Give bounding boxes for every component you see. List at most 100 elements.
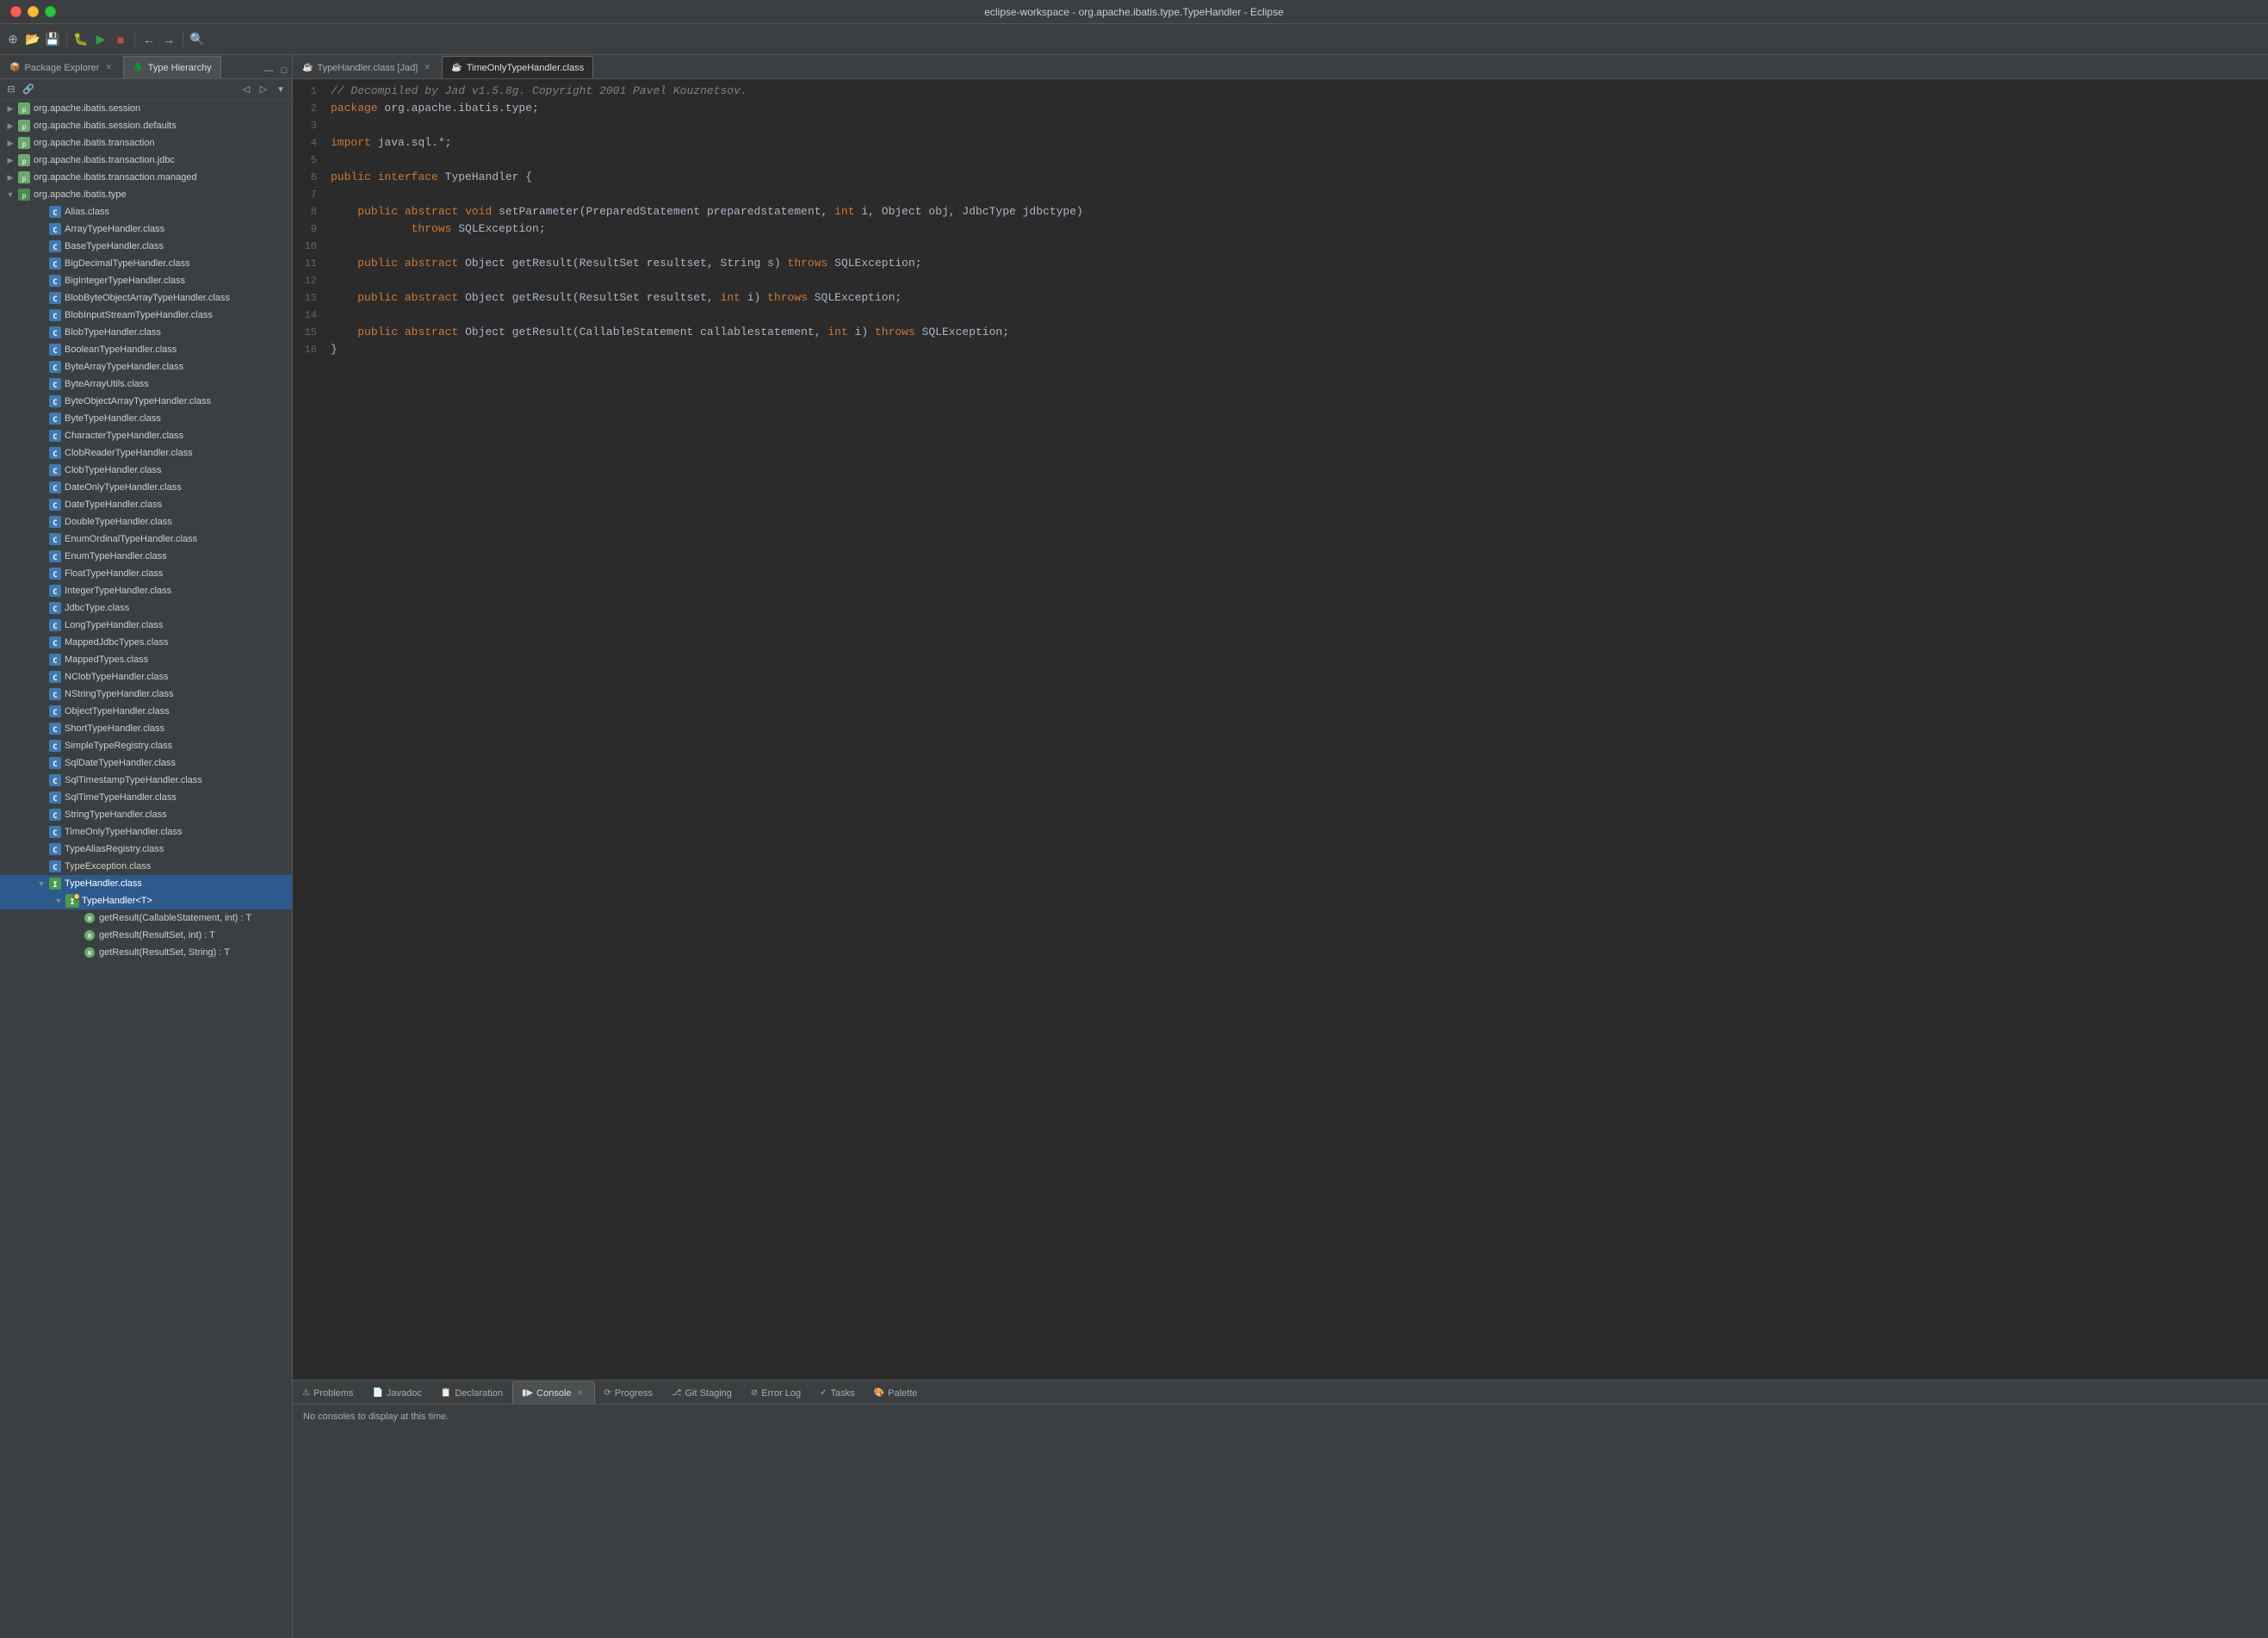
tree-item-method-1[interactable]: ▶ m getResult(CallableStatement, int) : … bbox=[0, 909, 292, 927]
tab-tasks[interactable]: ✓ Tasks bbox=[810, 1381, 864, 1404]
open-button[interactable]: 📂 bbox=[23, 30, 42, 49]
tree-item-dateonly[interactable]: ▶ C DateOnlyTypeHandler.class bbox=[0, 479, 292, 496]
tree-item-bytetype[interactable]: ▶ C ByteTypeHandler.class bbox=[0, 410, 292, 427]
tree-item-clob[interactable]: ▶ C ClobTypeHandler.class bbox=[0, 462, 292, 479]
tree-item-basetypehandler[interactable]: ▶ C BaseTypeHandler.class bbox=[0, 238, 292, 255]
tree-item-bigint[interactable]: ▶ C BigIntegerTypeHandler.class bbox=[0, 272, 292, 289]
tree-container[interactable]: ▶ p org.apache.ibatis.session ▶ p org.ap… bbox=[0, 100, 292, 1638]
tree-item-double[interactable]: ▶ C DoubleTypeHandler.class bbox=[0, 513, 292, 530]
tab-package-explorer[interactable]: 📦 Package Explorer ✕ bbox=[0, 56, 123, 78]
close-button[interactable] bbox=[10, 6, 22, 17]
panel-minimize-btn[interactable]: — bbox=[261, 63, 276, 78]
tree-item-method-2[interactable]: ▶ m getResult(ResultSet, int) : T bbox=[0, 927, 292, 944]
tab-declaration[interactable]: 📋 Declaration bbox=[431, 1381, 512, 1404]
tree-item-alias[interactable]: ▶ C Alias.class bbox=[0, 203, 292, 220]
tree-item-integer[interactable]: ▶ C IntegerTypeHandler.class bbox=[0, 582, 292, 599]
class-icon: C bbox=[48, 515, 62, 529]
tree-item-timeonlytypehandler[interactable]: ▶ C TimeOnlyTypeHandler.class bbox=[0, 823, 292, 841]
expand-arrow[interactable]: ▶ bbox=[3, 102, 17, 115]
tree-item-type-pkg[interactable]: ▼ p org.apache.ibatis.type bbox=[0, 186, 292, 203]
run-button[interactable]: ▶ bbox=[91, 30, 110, 49]
editor-tab-timeonlytypehandler[interactable]: ☕ TimeOnlyTypeHandler.class bbox=[442, 56, 593, 78]
tree-item-method-3[interactable]: ▶ m getResult(ResultSet, String) : T bbox=[0, 944, 292, 961]
tree-item-transaction[interactable]: ▶ p org.apache.ibatis.transaction bbox=[0, 134, 292, 152]
stop-button[interactable]: ■ bbox=[111, 30, 130, 49]
tree-item-sqltimestamp[interactable]: ▶ C SqlTimestampTypeHandler.class bbox=[0, 772, 292, 789]
tree-item-blobbyteobj[interactable]: ▶ C BlobByteObjectArrayTypeHandler.class bbox=[0, 289, 292, 307]
tree-item-sqldatehandler[interactable]: ▶ C SqlDateTypeHandler.class bbox=[0, 754, 292, 772]
code-editor[interactable]: 1 // Decompiled by Jad v1.5.8g. Copyrigh… bbox=[293, 79, 2268, 1380]
tree-item-byteobjectarray[interactable]: ▶ C ByteObjectArrayTypeHandler.class bbox=[0, 393, 292, 410]
tree-item-boolean[interactable]: ▶ C BooleanTypeHandler.class bbox=[0, 341, 292, 358]
forward-button[interactable]: → bbox=[159, 30, 178, 49]
tree-item-simpleregistry[interactable]: ▶ C SimpleTypeRegistry.class bbox=[0, 737, 292, 754]
expand-arrow[interactable]: ▶ bbox=[3, 171, 17, 184]
tree-item-transaction-managed[interactable]: ▶ p org.apache.ibatis.transaction.manage… bbox=[0, 169, 292, 186]
debug-button[interactable]: 🐛 bbox=[71, 30, 90, 49]
tree-item-nclob[interactable]: ▶ C NClobTypeHandler.class bbox=[0, 668, 292, 686]
tree-item-nstring[interactable]: ▶ C NStringTypeHandler.class bbox=[0, 686, 292, 703]
expand-arrow[interactable]: ▶ bbox=[3, 119, 17, 133]
prev-btn[interactable]: ◁ bbox=[239, 82, 254, 97]
new-button[interactable]: ⊕ bbox=[3, 30, 22, 49]
tree-item-enum[interactable]: ▶ C EnumTypeHandler.class bbox=[0, 548, 292, 565]
expand-arrow[interactable]: ▶ bbox=[3, 136, 17, 150]
collapse-all-btn[interactable]: ⊟ bbox=[3, 82, 19, 97]
back-button[interactable]: ← bbox=[139, 30, 158, 49]
view-menu-btn[interactable]: ▾ bbox=[273, 82, 288, 97]
tree-item-typealiasregistry[interactable]: ▶ C TypeAliasRegistry.class bbox=[0, 841, 292, 858]
tree-item-typehandler-class[interactable]: ▼ I TypeHandler.class bbox=[0, 875, 292, 892]
tab-error-log[interactable]: ⊘ Error Log bbox=[741, 1381, 810, 1404]
tree-item-clobreader[interactable]: ▶ C ClobReaderTypeHandler.class bbox=[0, 444, 292, 462]
panel-maximize-btn[interactable]: □ bbox=[276, 63, 292, 78]
tree-item-blobtypehandler[interactable]: ▶ C BlobTypeHandler.class bbox=[0, 324, 292, 341]
tree-item-date[interactable]: ▶ C DateTypeHandler.class bbox=[0, 496, 292, 513]
tree-item-session[interactable]: ▶ p org.apache.ibatis.session bbox=[0, 100, 292, 117]
tree-item-enumordinal[interactable]: ▶ C EnumOrdinalTypeHandler.class bbox=[0, 530, 292, 548]
maximize-button[interactable] bbox=[45, 6, 56, 17]
tab-type-hierarchy[interactable]: 🌲 Type Hierarchy bbox=[123, 56, 220, 78]
close-console-tab[interactable]: ✕ bbox=[575, 1388, 586, 1399]
tree-item-transaction-jdbc[interactable]: ▶ p org.apache.ibatis.transaction.jdbc bbox=[0, 152, 292, 169]
code-line-11: 11 public abstract Object getResult(Resu… bbox=[293, 255, 2268, 272]
tree-item-bigdecimal[interactable]: ▶ C BigDecimalTypeHandler.class bbox=[0, 255, 292, 272]
link-editor-btn[interactable]: 🔗 bbox=[21, 82, 36, 97]
tree-item-jdbctype[interactable]: ▶ C JdbcType.class bbox=[0, 599, 292, 617]
tab-progress[interactable]: ⟳ Progress bbox=[595, 1381, 662, 1404]
tree-item-typehandler-generic[interactable]: ▼ I TypeHandler<T> bbox=[0, 892, 292, 909]
expand-arrow-open[interactable]: ▼ bbox=[3, 188, 17, 202]
tree-item-session-defaults[interactable]: ▶ p org.apache.ibatis.session.defaults bbox=[0, 117, 292, 134]
tree-item-character[interactable]: ▶ C CharacterTypeHandler.class bbox=[0, 427, 292, 444]
tree-item-blobinputstream[interactable]: ▶ C BlobInputStreamTypeHandler.class bbox=[0, 307, 292, 324]
search-button[interactable]: 🔍 bbox=[188, 30, 207, 49]
tree-item-long[interactable]: ▶ C LongTypeHandler.class bbox=[0, 617, 292, 634]
tree-item-sqltime[interactable]: ▶ C SqlTimeTypeHandler.class bbox=[0, 789, 292, 806]
editor-tab-typehandler-jad[interactable]: ☕ TypeHandler.class [Jad] ✕ bbox=[293, 56, 442, 78]
save-button[interactable]: 💾 bbox=[43, 30, 62, 49]
tab-problems[interactable]: ⚠ Problems bbox=[293, 1381, 363, 1404]
code-line-2: 2 package org.apache.ibatis.type; bbox=[293, 100, 2268, 117]
close-package-explorer-tab[interactable]: ✕ bbox=[103, 63, 114, 73]
tree-item-typeexception[interactable]: ▶ C TypeException.class bbox=[0, 858, 292, 875]
expand-arrow-open[interactable]: ▼ bbox=[52, 894, 65, 908]
tree-item-arraytypehandler[interactable]: ▶ C ArrayTypeHandler.class bbox=[0, 220, 292, 238]
tab-git-staging[interactable]: ⎇ Git Staging bbox=[662, 1381, 741, 1404]
tree-item-short[interactable]: ▶ C ShortTypeHandler.class bbox=[0, 720, 292, 737]
expand-arrow-open[interactable]: ▼ bbox=[34, 877, 48, 890]
tree-item-mappedjdbc[interactable]: ▶ C MappedJdbcTypes.class bbox=[0, 634, 292, 651]
code-line-15: 15 public abstract Object getResult(Call… bbox=[293, 324, 2268, 341]
tree-item-float[interactable]: ▶ C FloatTypeHandler.class bbox=[0, 565, 292, 582]
close-editor-tab-jad[interactable]: ✕ bbox=[422, 63, 432, 73]
next-btn[interactable]: ▷ bbox=[256, 82, 271, 97]
expand-arrow[interactable]: ▶ bbox=[3, 153, 17, 167]
tab-palette[interactable]: 🎨 Palette bbox=[864, 1381, 927, 1404]
tree-item-stringhandler[interactable]: ▶ C StringTypeHandler.class bbox=[0, 806, 292, 823]
tree-item-mappedtypes[interactable]: ▶ C MappedTypes.class bbox=[0, 651, 292, 668]
svg-text:C: C bbox=[53, 382, 57, 390]
tab-javadoc[interactable]: 📄 Javadoc bbox=[363, 1381, 431, 1404]
tree-item-bytearrayutils[interactable]: ▶ C ByteArrayUtils.class bbox=[0, 375, 292, 393]
tree-item-bytearray[interactable]: ▶ C ByteArrayTypeHandler.class bbox=[0, 358, 292, 375]
tab-console[interactable]: ▮▶ Console ✕ bbox=[512, 1381, 595, 1404]
tree-item-object[interactable]: ▶ C ObjectTypeHandler.class bbox=[0, 703, 292, 720]
minimize-button[interactable] bbox=[28, 6, 39, 17]
